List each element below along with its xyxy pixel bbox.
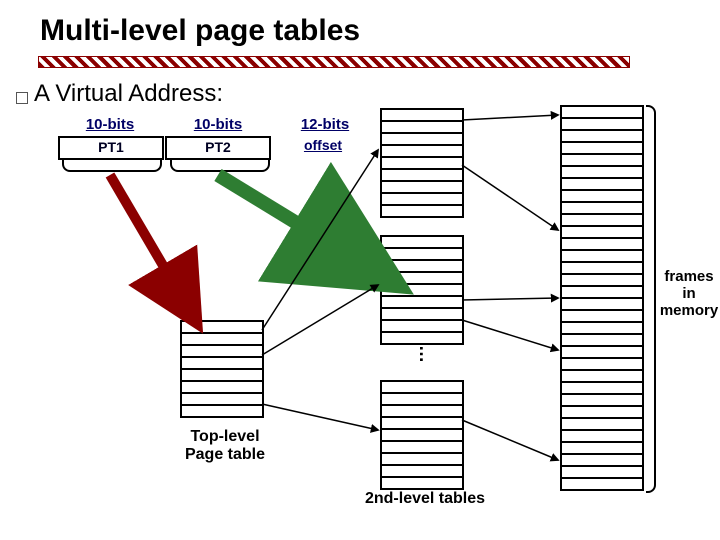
arrow-toplevel-2nd-b: [262, 285, 378, 355]
top-level-label: Top-level Page table: [170, 428, 280, 464]
va-bits-pt1: 10-bits: [70, 116, 150, 133]
va-field-pt2-label: PT2: [167, 138, 269, 156]
arrow-toplevel-2nd-c: [262, 404, 378, 430]
brace-pt2: [170, 160, 270, 172]
ellipsis-icon: …: [415, 345, 436, 359]
subhead: A Virtual Address:: [34, 80, 223, 108]
second-level-label: 2nd-level tables: [340, 490, 510, 508]
slide-title: Multi-level page tables: [40, 14, 360, 48]
va-field-pt2: PT2: [165, 136, 271, 160]
memory-frames: [560, 105, 644, 491]
arrow-2nd-frame-c: [462, 298, 558, 300]
arrow-pt1-to-toplevel: [110, 175, 195, 320]
va-field-pt1-label: PT1: [60, 138, 162, 156]
top-level-table: [180, 320, 264, 418]
arrow-pt2-to-secondlevel: [218, 175, 390, 280]
arrow-toplevel-2nd-a: [262, 150, 378, 330]
arrow-2nd-frame-d: [462, 320, 558, 350]
va-bits-offset: 12-bits: [285, 116, 365, 133]
arrow-2nd-frame-a: [462, 115, 558, 120]
second-level-table-3: [380, 380, 464, 490]
arrow-2nd-frame-b: [462, 165, 558, 230]
brace-frames: [646, 105, 656, 493]
va-field-offset-label: offset: [272, 136, 374, 154]
va-field-offset: offset: [272, 136, 374, 156]
bullet-icon: [16, 92, 28, 104]
brace-pt1: [62, 160, 162, 172]
va-field-pt1: PT1: [58, 136, 164, 160]
second-level-table-1: [380, 108, 464, 218]
va-bits-pt2: 10-bits: [178, 116, 258, 133]
arrow-2nd-frame-e: [462, 420, 558, 460]
title-underline: [38, 56, 630, 68]
frames-label: frames in memory: [658, 268, 720, 319]
second-level-table-2: [380, 235, 464, 345]
